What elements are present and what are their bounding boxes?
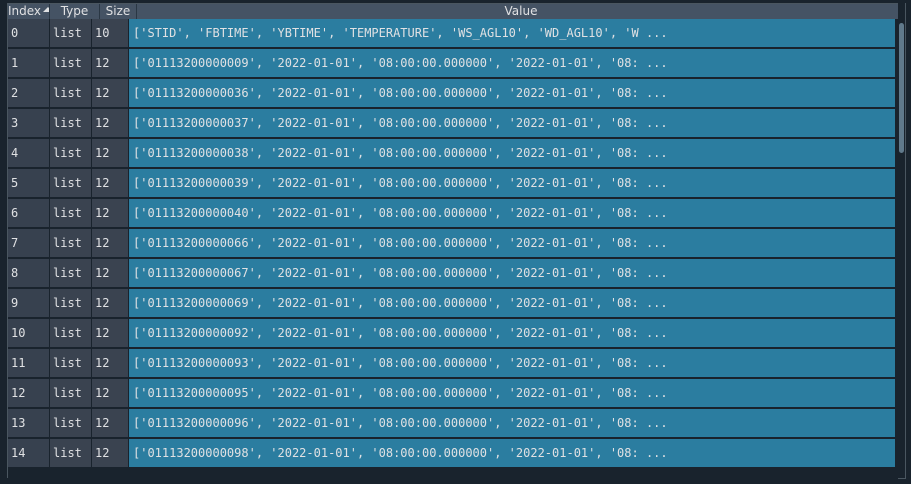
- value-cell[interactable]: ['01113200000066', '2022-01-01', '08:00:…: [129, 229, 895, 258]
- type-cell[interactable]: list: [50, 379, 92, 408]
- table-row[interactable]: 11 list 12 ['01113200000093', '2022-01-01',…: [8, 349, 905, 379]
- value-cell[interactable]: ['01113200000040', '2022-01-01', '08:00:…: [129, 199, 895, 228]
- value-cell[interactable]: ['01113200000092', '2022-01-01', '08:00:…: [129, 319, 895, 348]
- type-cell[interactable]: list: [50, 139, 92, 168]
- column-header-size-label: Size: [105, 4, 131, 18]
- type-cell[interactable]: list: [50, 49, 92, 78]
- column-header-size[interactable]: Size: [100, 4, 137, 19]
- type-cell[interactable]: list: [50, 109, 92, 138]
- index-cell[interactable]: 4: [8, 139, 50, 168]
- size-cell[interactable]: 12: [92, 259, 129, 288]
- size-cell[interactable]: 12: [92, 289, 129, 318]
- table-header: Index Type Size Value: [8, 4, 905, 19]
- index-cell[interactable]: 8: [8, 259, 50, 288]
- type-cell[interactable]: list: [50, 229, 92, 258]
- table-row[interactable]: 6 list 12 ['01113200000040', '2022-01-01', …: [8, 199, 905, 229]
- index-cell[interactable]: 9: [8, 289, 50, 318]
- size-cell[interactable]: 12: [92, 199, 129, 228]
- column-header-type-label: Type: [60, 4, 89, 18]
- column-header-value-label: Value: [504, 4, 538, 18]
- value-cell[interactable]: ['01113200000038', '2022-01-01', '08:00:…: [129, 139, 895, 168]
- size-cell[interactable]: 12: [92, 319, 129, 348]
- size-cell[interactable]: 12: [92, 109, 129, 138]
- value-cell[interactable]: ['01113200000096', '2022-01-01', '08:00:…: [129, 409, 895, 438]
- table-row[interactable]: 10 list 12 ['01113200000092', '2022-01-01',…: [8, 319, 905, 349]
- table-row[interactable]: 7 list 12 ['01113200000066', '2022-01-01', …: [8, 229, 905, 259]
- collection-viewer-window: Index Type Size Value 0 list 10 ['STID', 'F…: [0, 0, 911, 484]
- vertical-scrollbar-thumb[interactable]: [899, 23, 904, 153]
- data-table: Index Type Size Value 0 list 10 ['STID', 'F…: [7, 3, 906, 479]
- table-row[interactable]: 0 list 10 ['STID', 'FBTIME', 'YBTIME', 'TEM…: [8, 19, 905, 49]
- horizontal-scrollbar[interactable]: [7, 478, 898, 483]
- type-cell[interactable]: list: [50, 319, 92, 348]
- index-cell[interactable]: 13: [8, 409, 50, 438]
- table-row[interactable]: 4 list 12 ['01113200000038', '2022-01-01', …: [8, 139, 905, 169]
- size-cell[interactable]: 12: [92, 169, 129, 198]
- type-cell[interactable]: list: [50, 19, 92, 48]
- value-cell[interactable]: ['01113200000067', '2022-01-01', '08:00:…: [129, 259, 895, 288]
- size-cell[interactable]: 10: [92, 19, 129, 48]
- column-header-index-label: Index: [8, 4, 42, 18]
- type-cell[interactable]: list: [50, 199, 92, 228]
- index-cell[interactable]: 10: [8, 319, 50, 348]
- index-cell[interactable]: 12: [8, 379, 50, 408]
- size-cell[interactable]: 12: [92, 439, 129, 468]
- index-cell[interactable]: 6: [8, 199, 50, 228]
- index-cell[interactable]: 7: [8, 229, 50, 258]
- size-cell[interactable]: 12: [92, 409, 129, 438]
- size-cell[interactable]: 12: [92, 79, 129, 108]
- value-cell[interactable]: ['01113200000009', '2022-01-01', '08:00:…: [129, 49, 895, 78]
- value-cell[interactable]: ['01113200000098', '2022-01-01', '08:00:…: [129, 439, 895, 468]
- column-header-value[interactable]: Value: [137, 4, 905, 19]
- type-cell[interactable]: list: [50, 289, 92, 318]
- column-header-index[interactable]: Index: [8, 4, 50, 19]
- table-body: 0 list 10 ['STID', 'FBTIME', 'YBTIME', 'TEM…: [8, 19, 905, 469]
- size-cell[interactable]: 12: [92, 349, 129, 378]
- type-cell[interactable]: list: [50, 409, 92, 438]
- table-row[interactable]: 2 list 12 ['01113200000036', '2022-01-01', …: [8, 79, 905, 109]
- table-row[interactable]: 13 list 12 ['01113200000096', '2022-01-01',…: [8, 409, 905, 439]
- value-cell[interactable]: ['01113200000036', '2022-01-01', '08:00:…: [129, 79, 895, 108]
- index-cell[interactable]: 1: [8, 49, 50, 78]
- value-cell[interactable]: ['01113200000069', '2022-01-01', '08:00:…: [129, 289, 895, 318]
- size-cell[interactable]: 12: [92, 229, 129, 258]
- type-cell[interactable]: list: [50, 259, 92, 288]
- table-row[interactable]: 8 list 12 ['01113200000067', '2022-01-01', …: [8, 259, 905, 289]
- column-header-type[interactable]: Type: [50, 4, 100, 19]
- table-row[interactable]: 1 list 12 ['01113200000009', '2022-01-01', …: [8, 49, 905, 79]
- size-cell[interactable]: 12: [92, 139, 129, 168]
- index-cell[interactable]: 14: [8, 439, 50, 468]
- type-cell[interactable]: list: [50, 439, 92, 468]
- size-cell[interactable]: 12: [92, 379, 129, 408]
- vertical-scrollbar[interactable]: [898, 3, 905, 477]
- type-cell[interactable]: list: [50, 79, 92, 108]
- value-cell[interactable]: ['STID', 'FBTIME', 'YBTIME', 'TEMPERATUR…: [129, 19, 895, 48]
- index-cell[interactable]: 11: [8, 349, 50, 378]
- index-cell[interactable]: 5: [8, 169, 50, 198]
- table-row[interactable]: 14 list 12 ['01113200000098', '2022-01-01',…: [8, 439, 905, 469]
- table-row[interactable]: 12 list 12 ['01113200000095', '2022-01-01',…: [8, 379, 905, 409]
- index-cell[interactable]: 3: [8, 109, 50, 138]
- sort-ascending-icon: [43, 7, 49, 12]
- value-cell[interactable]: ['01113200000039', '2022-01-01', '08:00:…: [129, 169, 895, 198]
- index-cell[interactable]: 0: [8, 19, 50, 48]
- value-cell[interactable]: ['01113200000095', '2022-01-01', '08:00:…: [129, 379, 895, 408]
- table-row[interactable]: 5 list 12 ['01113200000039', '2022-01-01', …: [8, 169, 905, 199]
- size-cell[interactable]: 12: [92, 49, 129, 78]
- type-cell[interactable]: list: [50, 349, 92, 378]
- type-cell[interactable]: list: [50, 169, 92, 198]
- table-row[interactable]: 3 list 12 ['01113200000037', '2022-01-01', …: [8, 109, 905, 139]
- value-cell[interactable]: ['01113200000093', '2022-01-01', '08:00:…: [129, 349, 895, 378]
- index-cell[interactable]: 2: [8, 79, 50, 108]
- table-row[interactable]: 9 list 12 ['01113200000069', '2022-01-01', …: [8, 289, 905, 319]
- value-cell[interactable]: ['01113200000037', '2022-01-01', '08:00:…: [129, 109, 895, 138]
